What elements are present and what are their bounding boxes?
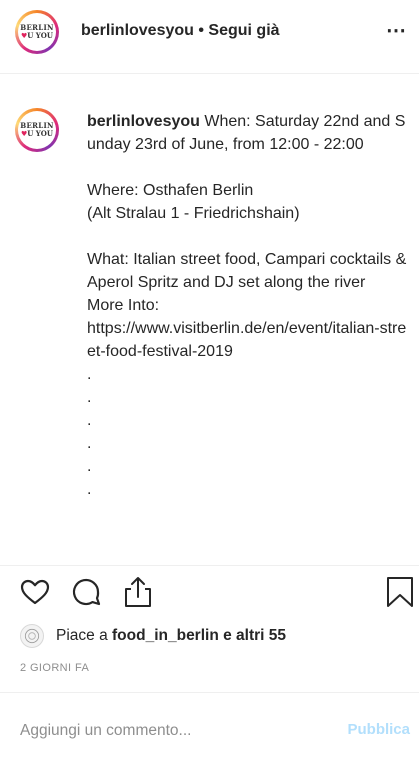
avatar-logo: BERLIN ♥U YOU [18, 13, 56, 51]
divider [0, 692, 419, 693]
heart-icon[interactable] [18, 575, 52, 609]
comment-icon[interactable] [69, 575, 103, 609]
post-timestamp[interactable]: 2 GIORNI FA [20, 662, 89, 674]
likes-text: Piace a food_in_berlin e altri 55 [56, 627, 287, 644]
likes-others[interactable]: e altri 55 [219, 627, 286, 644]
caption-text: When: Saturday 22nd and Sunday 23rd of J… [87, 113, 407, 498]
username-link[interactable]: berlinlovesyou [81, 22, 194, 39]
follow-status[interactable]: • Segui già [194, 22, 279, 39]
avatar-logo: BERLIN ♥U YOU [18, 111, 56, 149]
more-options-icon[interactable]: ⋯ [386, 18, 407, 43]
liker-username[interactable]: food_in_berlin [112, 627, 219, 644]
caption-area: BERLIN ♥U YOU berlinlovesyou When: Satur… [0, 90, 419, 565]
comment-input[interactable] [20, 719, 320, 743]
post-caption: berlinlovesyou When: Saturday 22nd and S… [87, 110, 407, 501]
header-username-line: berlinlovesyou • Segui già [81, 22, 280, 40]
post-header: BERLIN ♥U YOU berlinlovesyou • Segui già… [0, 0, 419, 74]
share-icon[interactable] [121, 575, 155, 609]
divider [0, 565, 419, 566]
likes-row: Piace a food_in_berlin e altri 55 [20, 624, 286, 648]
action-bar [0, 575, 419, 615]
bookmark-icon[interactable] [383, 575, 417, 609]
liker-avatar[interactable] [20, 624, 44, 648]
caption-avatar[interactable]: BERLIN ♥U YOU [15, 108, 59, 152]
avatar[interactable]: BERLIN ♥U YOU [15, 10, 59, 54]
caption-username[interactable]: berlinlovesyou [87, 113, 200, 130]
publish-button[interactable]: Pubblica [347, 721, 410, 738]
